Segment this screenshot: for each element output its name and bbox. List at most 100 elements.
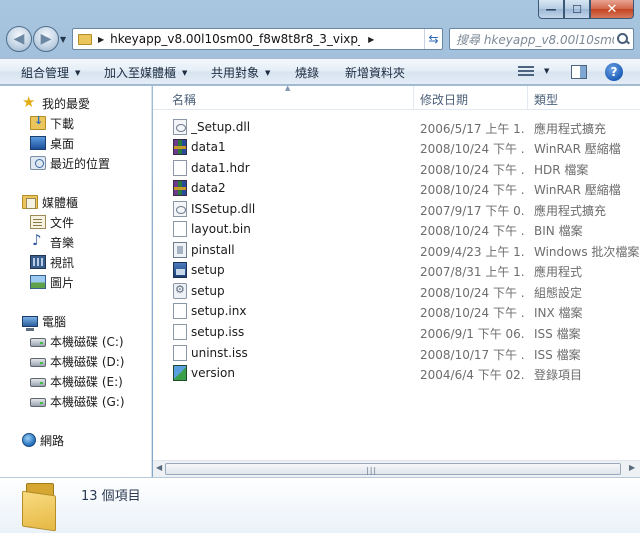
sidebar-item-label: 視訊 (50, 255, 75, 270)
file-type: ISS 檔案 (534, 327, 581, 341)
column-header-type[interactable]: 類型 (534, 91, 558, 108)
sidebar-item-drive-d[interactable]: 本機磁碟 (D:) (30, 352, 124, 370)
folder-icon (78, 33, 92, 45)
file-row[interactable]: data2 2008/10/24 下午 ... WinRAR 壓縮檔 (153, 178, 640, 198)
batch-file-icon (173, 242, 187, 258)
close-button[interactable]: ✕ (590, 0, 634, 19)
file-name: setup (191, 284, 225, 298)
file-type: 應用程式擴充 (534, 204, 607, 218)
file-date: 2008/10/24 下午 ... (420, 163, 524, 177)
recent-places-icon (30, 156, 46, 170)
file-row[interactable]: version 2004/6/4 下午 02... 登錄項目 (153, 363, 640, 383)
help-icon[interactable]: ? (605, 63, 623, 81)
file-row[interactable]: data1.hdr 2008/10/24 下午 ... HDR 檔案 (153, 158, 640, 178)
sidebar-item-label: 本機磁碟 (G:) (50, 394, 125, 409)
sidebar-item-label: 電腦 (42, 314, 67, 329)
sidebar-item-label: 圖片 (50, 275, 75, 290)
burn-button[interactable]: 燒錄 (295, 64, 319, 81)
sidebar-item-videos[interactable]: 視訊 (30, 253, 74, 271)
include-in-library-button[interactable]: 加入至媒體櫃 ▼ (104, 64, 187, 81)
column-header-name[interactable]: 名稱 (172, 91, 196, 108)
back-button[interactable]: ◀ (6, 26, 32, 52)
chevron-down-icon[interactable]: ▼ (544, 67, 549, 75)
minimize-button[interactable]: — (538, 0, 564, 19)
file-row[interactable]: _Setup.dll 2006/5/17 上午 1... 應用程式擴充 (153, 117, 640, 137)
share-with-label: 共用對象 (211, 66, 260, 80)
file-date: 2008/10/24 下午 ... (420, 286, 524, 300)
desktop-icon (30, 136, 46, 150)
sidebar-item-downloads[interactable]: 下載 (30, 114, 74, 132)
sidebar-item-music[interactable]: 音樂 (30, 231, 74, 251)
sidebar-item-libraries[interactable]: 媒體櫃 (22, 193, 78, 211)
maximize-button[interactable]: ☐ (564, 0, 590, 19)
file-row[interactable]: setup.inx 2008/10/24 下午 ... INX 檔案 (153, 301, 640, 321)
recent-pages-dropdown-icon[interactable]: ▼ (60, 35, 66, 44)
file-date: 2008/10/24 下午 ... (420, 183, 524, 197)
scrollbar-thumb[interactable]: ||| (165, 463, 621, 475)
sidebar-item-drive-g[interactable]: 本機磁碟 (G:) (30, 392, 125, 410)
file-row[interactable]: setup.iss 2006/9/1 下午 06... ISS 檔案 (153, 322, 640, 342)
file-name: layout.bin (191, 222, 251, 236)
file-row[interactable]: setup 2007/8/31 上午 1... 應用程式 (153, 260, 640, 280)
blank-file-icon (173, 160, 187, 176)
blank-file-icon (173, 324, 187, 340)
breadcrumb-chevron-icon[interactable]: ▶ (98, 35, 104, 44)
horizontal-scrollbar[interactable]: ◀ ||| ▶ (153, 460, 640, 477)
share-with-button[interactable]: 共用對象 ▼ (211, 64, 270, 81)
scroll-right-icon[interactable]: ▶ (629, 463, 635, 472)
rar-icon (173, 139, 187, 155)
preview-pane-icon[interactable] (571, 65, 587, 79)
refresh-icon[interactable]: ⇆ (424, 29, 442, 49)
sidebar-item-drive-c[interactable]: 本機磁碟 (C:) (30, 332, 124, 350)
file-date: 2007/9/17 下午 0... (420, 204, 524, 218)
file-type: INX 檔案 (534, 306, 583, 320)
chevron-down-icon: ▼ (182, 69, 188, 77)
rar-icon (173, 180, 187, 196)
sidebar-item-pictures[interactable]: 圖片 (30, 273, 74, 291)
sidebar-item-recent-places[interactable]: 最近的位置 (30, 154, 110, 172)
file-date: 2008/10/24 下午 ... (420, 224, 524, 238)
new-folder-button[interactable]: 新增資料夾 (345, 64, 405, 81)
blank-file-icon (173, 221, 187, 237)
chevron-down-icon: ▼ (75, 69, 81, 77)
column-divider[interactable] (413, 86, 414, 110)
sidebar-item-documents[interactable]: 文件 (30, 213, 74, 231)
file-type: WinRAR 壓縮檔 (534, 142, 621, 156)
file-name: ISSetup.dll (191, 202, 256, 216)
file-date: 2009/4/23 上午 1... (420, 245, 524, 259)
search-icon[interactable] (616, 32, 630, 46)
file-name: setup.iss (191, 325, 245, 339)
scroll-left-icon[interactable]: ◀ (156, 463, 162, 472)
breadcrumb-chevron-icon[interactable]: ▶ (368, 35, 374, 44)
column-divider[interactable] (527, 86, 528, 110)
computer-icon (22, 315, 38, 331)
file-name: setup (191, 263, 225, 277)
search-box[interactable]: 搜尋 hkeyapp_v8.00l10sm0... (449, 28, 634, 50)
file-row[interactable]: setup 2008/10/24 下午 ... 組態設定 (153, 281, 640, 301)
search-input[interactable]: 搜尋 hkeyapp_v8.00l10sm0... (456, 31, 614, 48)
file-row[interactable]: pinstall 2009/4/23 上午 1... Windows 批次檔案 (153, 240, 640, 260)
file-row[interactable]: uninst.iss 2008/10/17 下午 ... ISS 檔案 (153, 343, 640, 363)
file-row[interactable]: data1 2008/10/24 下午 ... WinRAR 壓縮檔 (153, 137, 640, 157)
pictures-icon (30, 275, 46, 289)
file-date: 2006/9/1 下午 06... (420, 327, 524, 341)
view-options-icon[interactable] (518, 66, 534, 78)
sidebar-item-computer[interactable]: 電腦 (22, 312, 67, 331)
sidebar-item-network[interactable]: 網路 (22, 431, 64, 449)
sidebar-item-favorites[interactable]: 我的最愛 (22, 93, 91, 112)
file-name: data2 (191, 181, 226, 195)
address-bar[interactable]: ▶ hkeyapp_v8.00l10sm00_f8w8t8r8_3_vixp_d… (72, 28, 443, 50)
downloads-folder-icon (30, 114, 46, 130)
address-path[interactable]: hkeyapp_v8.00l10sm00_f8w8t8r8_3_vixp_d0.… (110, 32, 360, 46)
sidebar-item-drive-e[interactable]: 本機磁碟 (E:) (30, 372, 123, 390)
file-date: 2008/10/24 下午 ... (420, 142, 524, 156)
file-date: 2008/10/17 下午 ... (420, 348, 524, 362)
forward-button[interactable]: ▶ (33, 26, 59, 52)
file-row[interactable]: layout.bin 2008/10/24 下午 ... BIN 檔案 (153, 219, 640, 239)
dll-icon (173, 119, 187, 135)
organize-button[interactable]: 組合管理 ▼ (21, 64, 80, 81)
sidebar-item-desktop[interactable]: 桌面 (30, 134, 74, 152)
column-header-date[interactable]: 修改日期 (420, 91, 468, 108)
sidebar-item-label: 我的最愛 (42, 96, 91, 111)
file-row[interactable]: ISSetup.dll 2007/9/17 下午 0... 應用程式擴充 (153, 199, 640, 219)
